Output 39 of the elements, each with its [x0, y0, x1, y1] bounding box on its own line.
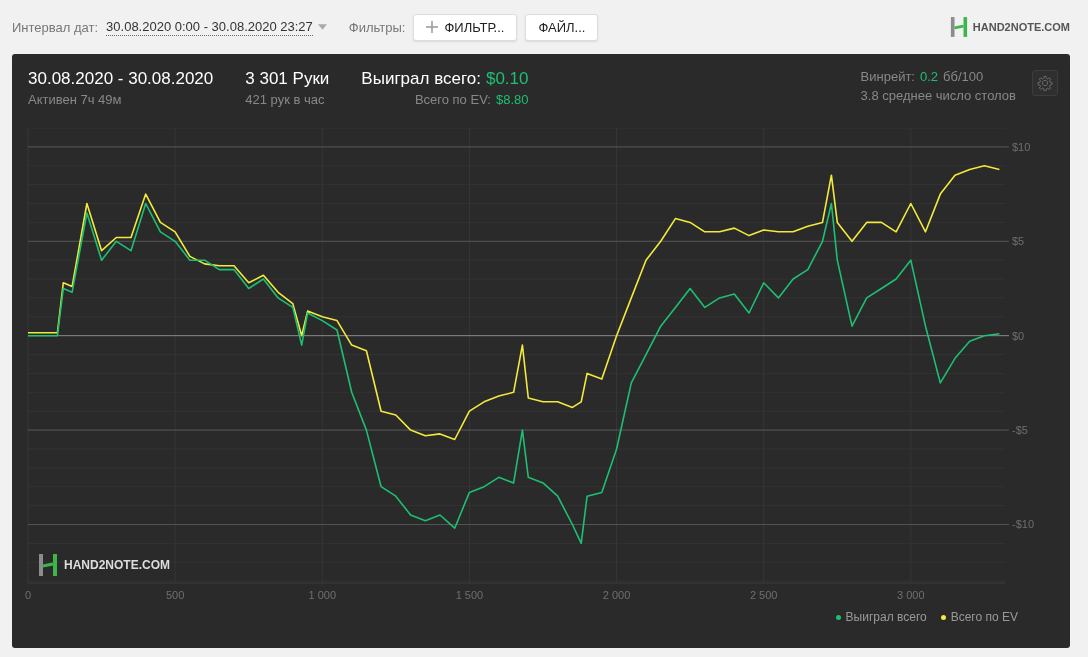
won-label: Выиграл всего: [361, 69, 481, 89]
active-time: Активен 7ч 49м [28, 92, 123, 107]
y-axis-label: $5 [1012, 235, 1025, 248]
logo-icon [38, 552, 58, 578]
logo-text: HAND2NOTE.COM [972, 21, 1070, 33]
ev-value: $8.80 [495, 92, 529, 107]
settings-icon [1037, 75, 1053, 91]
x-axis-label: 500 [165, 589, 185, 601]
watermark-text: HAND2NOTE.COM [64, 558, 170, 572]
date-label: Интервал дат: [12, 19, 99, 35]
plus-icon [426, 21, 439, 33]
winrate-unit: бб/100 [943, 69, 984, 84]
winrate-label: Винрейт: [860, 69, 915, 84]
y-axis-label: -$5 [1012, 424, 1028, 437]
x-axis-label: 1 500 [455, 589, 484, 601]
legend-label: Всего по EV [950, 610, 1018, 624]
add-filter-button[interactable]: ФИЛЬТР... [413, 13, 518, 41]
won-value: $0.10 [485, 69, 529, 89]
y-axis-label: $0 [1012, 329, 1025, 342]
date-period: 30.08.2020 - 30.08.2020 [28, 69, 214, 89]
x-axis-label: 2 500 [749, 589, 778, 601]
winrate-value: 0.2 [919, 69, 939, 84]
x-axis-label: 1 000 [308, 589, 337, 601]
ev-label: Всего по EV: [414, 92, 491, 107]
caret-icon [317, 24, 327, 30]
x-axis-label: 2 000 [602, 589, 631, 601]
y-axis-label: $10 [1012, 140, 1031, 153]
y-axis-label: -$10 [1012, 518, 1035, 531]
hands-count: 3 301 Руки [245, 69, 330, 89]
file-button[interactable]: ФАЙЛ... [525, 13, 599, 41]
filters-label: Фильтры: [348, 19, 406, 35]
hands-per-hour: 421 рук в час [245, 92, 326, 107]
tables-average: 3.8 среднее число столов [860, 88, 1016, 103]
x-axis-label: 3 000 [897, 589, 925, 601]
legend-label: Выиграл всего [845, 610, 927, 624]
date-range-dropdown[interactable]: 30.08.2020 0:00 - 30.08.2020 23:27 [106, 18, 327, 36]
settings-button[interactable] [1032, 70, 1058, 96]
x-axis-label: 0 [24, 589, 32, 601]
logo-icon [949, 16, 968, 38]
